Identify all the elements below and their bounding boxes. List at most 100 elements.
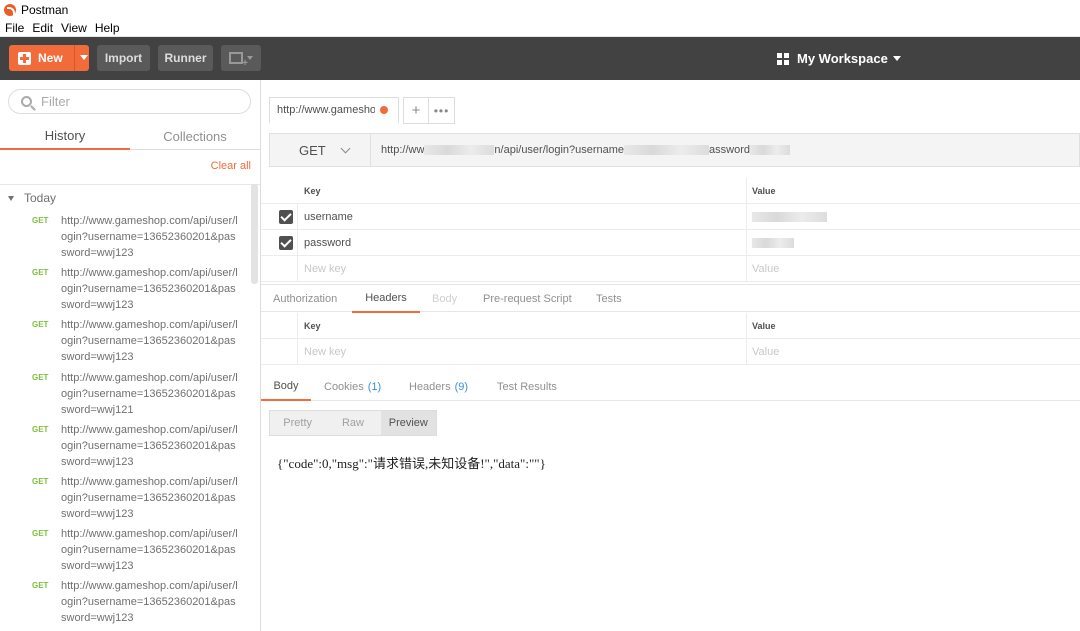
history-url: http://www.gameshop.com/api/user/login?u… [61, 319, 238, 364]
cookies-count: (1) [367, 381, 382, 393]
headers-table: Key Value New key Value [261, 313, 1080, 365]
view-raw-button[interactable]: Raw [325, 411, 380, 435]
redacted-block [752, 238, 794, 248]
view-pretty-button[interactable]: Pretty [270, 411, 325, 435]
history-group-today[interactable]: Today [8, 191, 56, 205]
value-column-header: Value [752, 321, 776, 331]
view-preview-button[interactable]: Preview [380, 411, 436, 435]
clear-all-link[interactable]: Clear all [211, 160, 251, 172]
add-tab-button[interactable]: + [403, 97, 429, 124]
tab-cookies[interactable]: Cookies (1) [324, 373, 381, 401]
title-bar: Postman [0, 0, 1080, 19]
history-item[interactable]: GET http://www.gameshop.com/api/user/log… [0, 475, 250, 529]
new-value-input[interactable]: Value [752, 339, 779, 365]
param-key[interactable]: username [304, 204, 353, 230]
sidebar-tabs: History Collections [0, 122, 260, 150]
headers-count: (9) [454, 381, 469, 393]
redacted-block [624, 145, 710, 155]
param-row: password [261, 230, 1080, 256]
tab-history[interactable]: History [0, 122, 130, 150]
tab-headers[interactable]: Headers [352, 285, 420, 313]
method-badge: GET [32, 529, 49, 539]
method-badge: GET [32, 424, 49, 434]
postman-logo-icon [4, 3, 16, 16]
method-badge: GET [32, 372, 49, 382]
toolbar: New Import Runner My Workspace [0, 37, 1080, 80]
params-table: Key Value username password New key Valu… [261, 178, 1080, 282]
menu-view[interactable]: View [61, 21, 87, 35]
menu-edit[interactable]: Edit [32, 21, 53, 35]
history-url: http://www.gameshop.com/api/user/login?u… [61, 423, 238, 468]
method-badge: GET [32, 268, 49, 278]
history-item[interactable]: GET http://www.gameshop.com/api/user/log… [0, 319, 250, 372]
history-url: http://www.gameshop.com/api/user/login?u… [61, 267, 238, 312]
new-value-input[interactable]: Value [752, 256, 779, 282]
tab-pre-request-script[interactable]: Pre-request Script [483, 285, 572, 313]
history-url: http://www.gameshop.com/api/user/login?u… [61, 371, 238, 416]
method-badge: GET [32, 476, 49, 486]
menu-file[interactable]: File [5, 21, 24, 35]
history-item[interactable]: GET http://www.gameshop.com/api/user/log… [0, 215, 250, 268]
response-tabs: Body Cookies (1) Headers (9) Test Result… [261, 373, 1080, 401]
plus-icon [18, 51, 31, 65]
redacted-block [750, 145, 791, 155]
new-window-button[interactable] [221, 45, 261, 71]
param-value[interactable] [752, 204, 827, 230]
value-column-header: Value [752, 186, 776, 196]
method-select[interactable]: GET [270, 134, 371, 166]
history-group-label: Today [24, 191, 57, 205]
tab-body[interactable]: Body [432, 285, 457, 313]
tab-authorization[interactable]: Authorization [273, 285, 337, 313]
method-badge: GET [32, 581, 49, 591]
history-item[interactable]: GET http://www.gameshop.com/api/user/log… [0, 423, 250, 477]
method-value: GET [299, 142, 326, 158]
more-tabs-button[interactable]: ••• [429, 97, 455, 124]
search-icon [21, 96, 32, 107]
history-list: GET http://www.gameshop.com/api/user/log… [0, 215, 250, 631]
filter-input[interactable] [41, 94, 221, 109]
tab-collections[interactable]: Collections [130, 122, 260, 150]
redacted-block [752, 212, 827, 222]
tab-response-body[interactable]: Body [261, 373, 311, 401]
new-key-input[interactable]: New key [304, 339, 346, 365]
menu-help[interactable]: Help [95, 21, 120, 35]
runner-button[interactable]: Runner [158, 45, 213, 71]
url-bar: GET http://ww n/api/user/login?username … [269, 133, 1080, 167]
method-badge: GET [32, 216, 49, 225]
history-item[interactable]: GET http://www.gameshop.com/api/user/log… [0, 267, 250, 320]
sidebar-scrollbar[interactable] [251, 184, 258, 284]
history-item[interactable]: GET http://www.gameshop.com/api/user/log… [0, 371, 250, 425]
param-key[interactable]: password [304, 230, 351, 256]
param-new-row: New key Value [261, 256, 1080, 282]
param-checkbox[interactable] [279, 210, 293, 224]
request-subtabs: Authorization Headers Body Pre-request S… [261, 284, 1080, 313]
new-button[interactable]: New [9, 45, 89, 71]
unsaved-dot-icon [380, 106, 388, 114]
param-checkbox[interactable] [279, 236, 293, 250]
new-key-input[interactable]: New key [304, 256, 346, 282]
collapse-arrow-icon [8, 195, 14, 201]
chevron-down-icon [340, 143, 351, 153]
param-value[interactable] [752, 230, 794, 256]
workspace-grid-icon [777, 52, 789, 65]
history-url: http://www.gameshop.com/api/user/login?u… [61, 475, 238, 520]
tab-response-headers[interactable]: Headers (9) [409, 373, 468, 401]
sidebar: History Collections Clear all Today GET … [0, 80, 261, 631]
key-column-header: Key [304, 321, 321, 331]
redacted-block [424, 145, 495, 155]
tab-test-results[interactable]: Test Results [497, 373, 557, 401]
workspace-label: My Workspace [797, 51, 888, 66]
history-url: http://www.gameshop.com/api/user/login?u… [61, 580, 238, 625]
new-dropdown-icon[interactable] [80, 55, 88, 60]
history-item[interactable]: GET http://www.gameshop.com/api/user/log… [0, 580, 250, 631]
window-title: Postman [21, 2, 69, 17]
history-item[interactable]: GET http://www.gameshop.com/api/user/log… [0, 528, 250, 581]
url-input[interactable]: http://ww n/api/user/login?username assw… [381, 134, 1071, 166]
import-button[interactable]: Import [97, 45, 150, 71]
workspace-selector[interactable]: My Workspace [777, 51, 901, 66]
filter-box[interactable] [8, 89, 251, 114]
request-tab[interactable]: http://www.gameshop.com/api/user/login [269, 97, 399, 124]
chevron-down-icon [892, 56, 901, 61]
tab-tests[interactable]: Tests [596, 285, 622, 313]
menu-bar: File Edit View Help [0, 19, 1080, 37]
